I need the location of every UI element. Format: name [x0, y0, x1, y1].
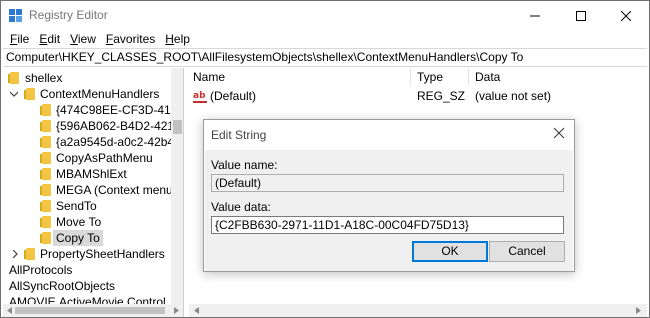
title-bar: Registry Editor — [1, 1, 649, 31]
tree-horizontal-scrollbar[interactable] — [3, 304, 183, 317]
scroll-right-icon[interactable] — [173, 307, 180, 314]
folder-icon — [40, 216, 51, 228]
value-data-field[interactable]: {C2FBB630-2971-11D1-A18C-00C04FD75D13} — [211, 216, 564, 234]
scroll-left-icon[interactable] — [193, 307, 200, 314]
minimize-icon — [530, 15, 540, 17]
dialog-title: Edit String — [211, 128, 267, 142]
string-value-icon: ab — [193, 91, 207, 103]
value-name-label: Value name: — [211, 158, 278, 172]
value-name-field: (Default) — [211, 174, 564, 192]
folder-icon — [40, 152, 51, 164]
value-name: (Default) — [210, 89, 257, 103]
registry-editor-app-icon — [9, 9, 23, 23]
value-row-default[interactable]: ab (Default) REG_SZ (value not set) — [189, 88, 647, 104]
registry-editor-window: Registry Editor File Edit View Favorites… — [0, 0, 650, 318]
menu-help[interactable]: Help — [160, 31, 195, 47]
key-tree-pane: shellex ContextMenuHandlers {474C98EE-CF… — [3, 68, 184, 317]
column-divider[interactable] — [410, 68, 411, 86]
tree-vertical-scrollbar[interactable] — [171, 68, 183, 304]
list-header: Name Type Data — [189, 68, 647, 86]
maximize-icon — [576, 11, 586, 21]
chevron-right-icon[interactable] — [11, 250, 19, 258]
folder-icon — [8, 72, 19, 84]
value-data-label: Value data: — [211, 200, 271, 214]
ok-button[interactable]: OK — [412, 241, 488, 262]
value-data: (value not set) — [475, 89, 552, 103]
column-divider[interactable] — [468, 68, 469, 86]
folder-icon — [24, 88, 35, 100]
folder-icon — [40, 104, 51, 116]
close-icon — [621, 11, 631, 21]
value-type: REG_SZ — [417, 89, 466, 103]
menu-file[interactable]: File — [5, 31, 34, 47]
menu-view[interactable]: View — [65, 31, 101, 47]
folder-icon — [40, 168, 51, 180]
folder-icon — [24, 248, 35, 260]
menu-favorites[interactable]: Favorites — [101, 31, 160, 47]
column-header-name[interactable]: Name — [193, 70, 225, 84]
menu-edit[interactable]: Edit — [34, 31, 65, 47]
folder-icon — [40, 136, 51, 148]
column-header-type[interactable]: Type — [417, 70, 443, 84]
folder-icon — [40, 184, 51, 196]
address-bar[interactable]: Computer\HKEY_CLASSES_ROOT\AllFilesystem… — [3, 48, 647, 67]
tree-horizontal-scroll-thumb[interactable] — [15, 307, 165, 314]
folder-icon — [40, 120, 51, 132]
scroll-left-icon[interactable] — [6, 307, 13, 314]
column-header-data[interactable]: Data — [475, 70, 500, 84]
minimize-button[interactable] — [512, 1, 558, 31]
maximize-button[interactable] — [558, 1, 604, 31]
chevron-down-icon[interactable] — [10, 90, 18, 98]
cancel-button[interactable]: Cancel — [489, 241, 565, 262]
tree-vertical-scroll-thumb[interactable] — [173, 120, 182, 134]
dialog-close-icon[interactable] — [552, 126, 566, 140]
dialog-body: Value name: (Default) Value data: {C2FBB… — [205, 150, 573, 271]
close-button[interactable] — [603, 1, 649, 31]
folder-icon — [40, 200, 51, 212]
edit-string-dialog: Edit String Value name: (Default) Value … — [203, 119, 575, 272]
window-title: Registry Editor — [29, 8, 108, 22]
scroll-right-icon[interactable] — [635, 307, 642, 314]
folder-icon — [40, 232, 51, 244]
list-horizontal-scrollbar[interactable] — [189, 304, 647, 317]
menu-bar: File Edit View Favorites Help — [1, 31, 649, 47]
